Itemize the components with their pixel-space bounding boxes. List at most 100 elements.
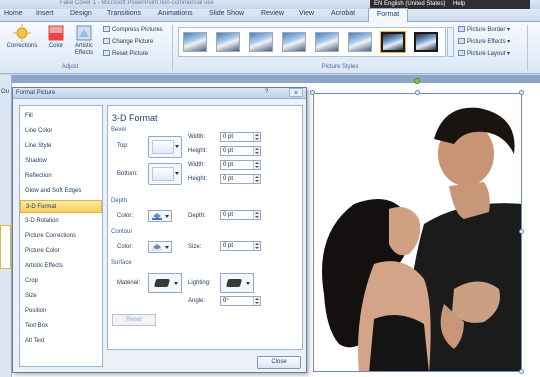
bevel-bottom-label: Bottom: — [117, 171, 138, 177]
nav-position[interactable]: Position — [20, 305, 102, 318]
tab-review[interactable]: Review — [261, 10, 284, 17]
selected-picture[interactable] — [313, 93, 522, 372]
artistic-effects-label: Artistic Effects — [74, 43, 94, 56]
panel-heading: 3-D Format — [112, 113, 158, 123]
nav-alt-text[interactable]: Alt Text — [20, 335, 102, 348]
picture-effects-button[interactable]: Picture Effects ▾ — [458, 38, 510, 46]
reset-button[interactable]: Reset — [112, 314, 156, 326]
picture-border-icon — [458, 26, 465, 32]
depth-color-label: Color: — [117, 213, 134, 219]
bevel-top-height-stepper[interactable]: 0 pt — [220, 146, 261, 156]
language-status[interactable]: EN English (United States) — [374, 1, 445, 7]
surface-section-label: Surface — [111, 260, 132, 266]
rotation-handle[interactable] — [414, 78, 420, 84]
style-thumbnail[interactable] — [249, 32, 273, 52]
picture-styles-gallery[interactable] — [178, 27, 446, 57]
ribbon-tabs: Home Insert Design Transitions Animation… — [0, 8, 540, 22]
compress-icon — [103, 26, 110, 32]
nav-picture-color[interactable]: Picture Color — [20, 245, 102, 258]
style-thumbnail-selected[interactable] — [381, 32, 405, 52]
artistic-effects-button[interactable]: Artistic Effects — [70, 24, 98, 57]
outline-tab[interactable]: Ou — [1, 89, 9, 95]
tab-view[interactable]: View — [299, 10, 314, 17]
resize-handle[interactable] — [519, 369, 524, 374]
adjust-group-label: Adjust — [61, 64, 79, 70]
tab-home[interactable]: Home — [4, 10, 23, 17]
bevel-bottom-width-stepper[interactable]: 0 pt — [220, 160, 261, 170]
nav-crop[interactable]: Crop — [20, 275, 102, 288]
material-icon — [153, 279, 171, 287]
nav-reflection[interactable]: Reflection — [20, 170, 102, 183]
nav-line-color[interactable]: Line Color — [20, 125, 102, 138]
nav-shadow[interactable]: Shadow — [20, 155, 102, 168]
color-button[interactable]: Color — [44, 24, 68, 50]
couple-photo — [314, 94, 521, 371]
gallery-scroll[interactable] — [447, 27, 454, 57]
help-button[interactable]: Help — [453, 1, 465, 7]
slide-thumbnail-pane[interactable]: Ou — [0, 75, 12, 377]
reset-picture-button[interactable]: Reset Picture — [103, 50, 148, 58]
nav-artistic-effects[interactable]: Artistic Effects — [20, 260, 102, 273]
lighting-label: Lighting: — [188, 280, 211, 286]
bevel-section-label: Bevel — [111, 127, 127, 133]
material-label: Material: — [117, 280, 141, 286]
style-thumbnail[interactable] — [315, 32, 339, 52]
tab-insert[interactable]: Insert — [36, 10, 54, 17]
picture-border-button[interactable]: Picture Border ▾ — [458, 26, 510, 34]
category-list: Fill Line Color Line Style Shadow Reflec… — [19, 105, 103, 367]
tab-animations[interactable]: Animations — [158, 10, 193, 17]
depth-color-picker[interactable] — [148, 210, 172, 222]
dialog-help-button[interactable]: ? — [265, 89, 268, 95]
corrections-button[interactable]: Corrections — [4, 24, 40, 50]
tab-format[interactable]: Format — [368, 8, 409, 22]
tab-slide-show[interactable]: Slide Show — [209, 10, 244, 17]
style-thumbnail[interactable] — [216, 32, 240, 52]
contour-section-label: Contour — [111, 229, 133, 235]
resize-handle[interactable] — [519, 90, 524, 95]
title-bar: Fake Cover 1 - Microsoft PowerPoint non-… — [0, 0, 540, 9]
material-picker[interactable] — [148, 273, 182, 293]
ribbon-body: Corrections Color Artistic Effects Compr… — [0, 22, 540, 74]
picture-layout-button[interactable]: Picture Layout ▾ — [458, 50, 510, 58]
resize-handle[interactable] — [310, 90, 315, 95]
nav-fill[interactable]: Fill — [20, 110, 102, 123]
nav-3d-format[interactable]: 3-D Format — [20, 200, 102, 213]
3d-format-panel: 3-D Format Bevel Top: Bottom: Width: 0 p… — [107, 105, 303, 350]
style-thumbnail[interactable] — [183, 32, 207, 52]
change-picture-icon — [103, 38, 110, 44]
contour-size-stepper[interactable]: 0 pt — [220, 241, 261, 251]
bevel-top-width-stepper[interactable]: 0 pt — [220, 132, 261, 142]
nav-text-box[interactable]: Text Box — [20, 320, 102, 333]
compress-pictures-button[interactable]: Compress Pictures — [103, 26, 163, 34]
nav-size[interactable]: Size — [20, 290, 102, 303]
nav-line-style[interactable]: Line Style — [20, 140, 102, 153]
change-picture-button[interactable]: Change Picture — [103, 38, 153, 46]
dialog-close-icon[interactable]: × — [289, 88, 303, 97]
close-button[interactable]: Close — [257, 356, 301, 369]
style-thumbnail[interactable] — [414, 32, 438, 52]
depth-stepper[interactable]: 0 pt — [220, 210, 261, 220]
tab-design[interactable]: Design — [70, 10, 92, 17]
bevel-bottom-height-stepper[interactable]: 0 pt — [220, 174, 261, 184]
depth-label: Depth: — [188, 213, 206, 219]
contour-color-picker[interactable] — [148, 241, 172, 253]
style-thumbnail[interactable] — [348, 32, 372, 52]
chevron-down-icon — [165, 215, 169, 218]
nav-glow-soft-edges[interactable]: Glow and Soft Edges — [20, 185, 102, 198]
window-title: Fake Cover 1 - Microsoft PowerPoint non-… — [60, 0, 214, 6]
dialog-title-bar[interactable]: Format Picture ? × — [13, 88, 306, 99]
slide-thumbnail[interactable] — [0, 225, 11, 269]
contour-size-label: Size: — [188, 244, 202, 250]
bevel-bottom-picker[interactable] — [148, 163, 182, 185]
resize-handle[interactable] — [415, 90, 420, 95]
nav-3d-rotation[interactable]: 3-D Rotation — [20, 215, 102, 228]
nav-picture-corrections[interactable]: Picture Corrections — [20, 230, 102, 243]
corrections-label: Corrections — [6, 43, 38, 49]
bevel-top-picker[interactable] — [148, 136, 182, 158]
resize-handle[interactable] — [519, 229, 524, 234]
angle-stepper[interactable]: 0° — [220, 296, 261, 306]
tab-acrobat[interactable]: Acrobat — [331, 10, 355, 17]
tab-transitions[interactable]: Transitions — [107, 10, 141, 17]
lighting-picker[interactable] — [220, 273, 254, 293]
style-thumbnail[interactable] — [282, 32, 306, 52]
